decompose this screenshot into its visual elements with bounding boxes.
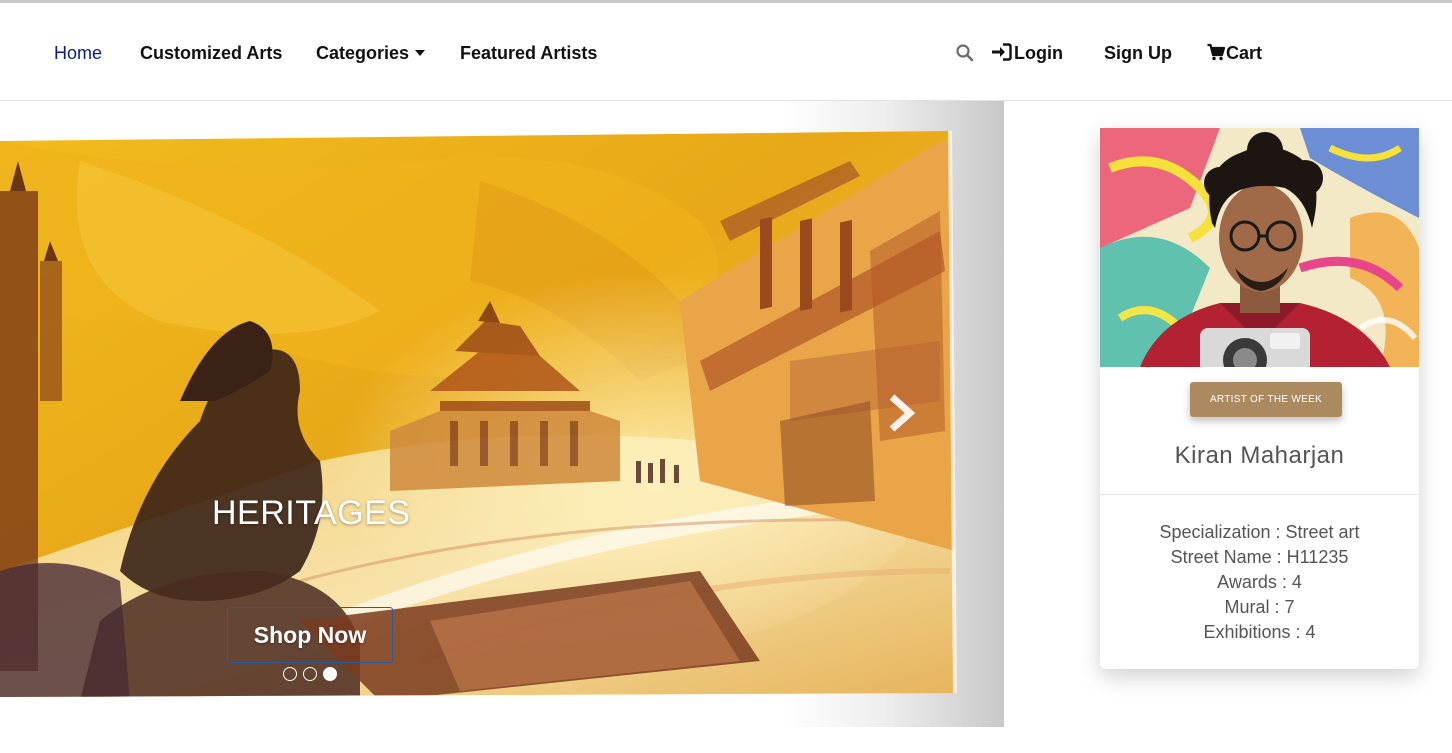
heritage-painting-image (0, 130, 957, 697)
login-icon (991, 43, 1012, 65)
login-label: Login (1014, 43, 1063, 63)
nav-customized-arts-link[interactable]: Customized Arts (140, 43, 282, 63)
detail-mural: Mural : 7 (1224, 597, 1295, 617)
cart-link[interactable]: Cart (1207, 43, 1262, 65)
detail-exhibitions: Exhibitions : 4 (1203, 622, 1316, 642)
detail-awards: Awards : 4 (1217, 572, 1302, 592)
artist-name[interactable]: Kiran Maharjan (1100, 442, 1419, 470)
main-navbar: Home Customized Arts Categories Featured… (0, 3, 1452, 101)
artist-details: Specialization : Street art Street Name … (1100, 520, 1419, 645)
cart-icon (1207, 43, 1226, 65)
shop-now-button[interactable]: Shop Now (227, 607, 393, 663)
nav-home-link[interactable]: Home (54, 43, 102, 63)
login-link[interactable]: Login (991, 43, 1063, 65)
chevron-right-icon[interactable] (884, 393, 920, 433)
carousel-dot-1[interactable] (283, 667, 297, 681)
artist-of-week-badge: ARTIST OF THE WEEK (1190, 382, 1342, 417)
artist-photo (1100, 128, 1419, 367)
cart-label: Cart (1226, 43, 1263, 63)
hero-carousel: HERITAGES Shop Now (0, 101, 1004, 727)
carousel-dot-3[interactable] (323, 667, 337, 681)
hero-title: HERITAGES (212, 494, 411, 532)
nav-categories-dropdown[interactable]: Categories (316, 43, 426, 63)
carousel-indicators (283, 667, 337, 681)
sign-up-link[interactable]: Sign Up (1104, 43, 1172, 63)
nav-featured-artists-link[interactable]: Featured Artists (460, 43, 597, 63)
carousel-dot-2[interactable] (303, 667, 317, 681)
nav-categories-label: Categories (316, 43, 410, 63)
artist-of-week-card: ARTIST OF THE WEEK Kiran Maharjan Specia… (1100, 128, 1419, 669)
card-divider (1100, 494, 1419, 495)
detail-specialization: Specialization : Street art (1159, 522, 1360, 542)
search-icon[interactable] (955, 43, 975, 63)
detail-street-name: Street Name : H11235 (1170, 547, 1349, 567)
caret-down-icon (415, 50, 426, 56)
